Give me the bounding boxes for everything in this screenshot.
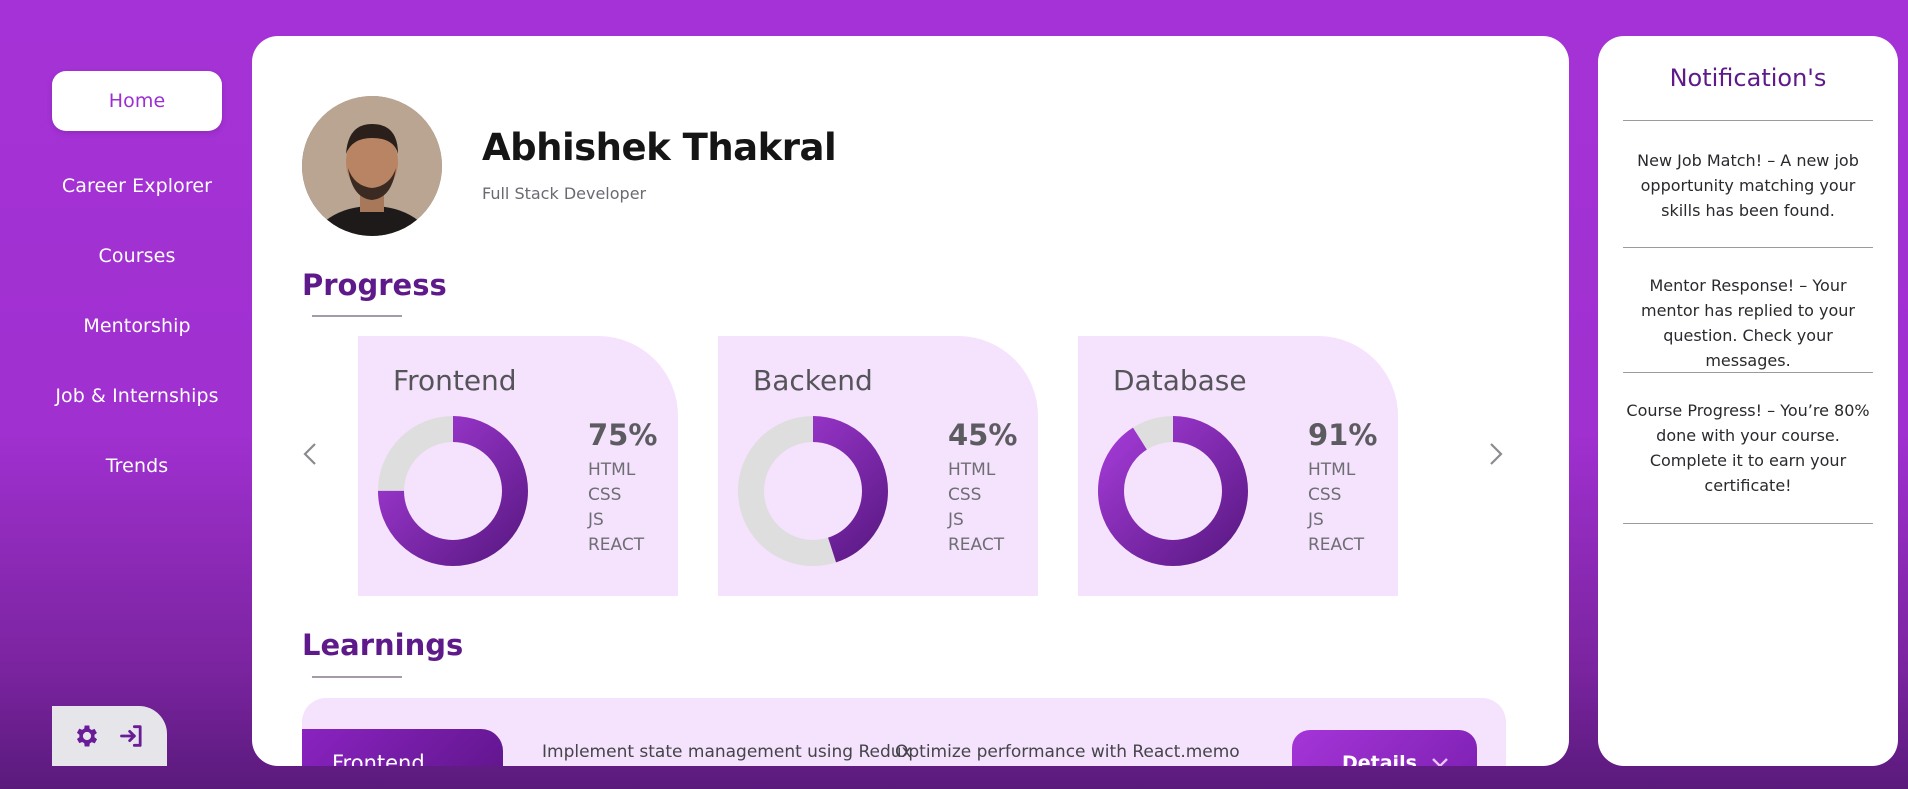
sidebar-item-trends[interactable]: Trends — [52, 436, 222, 496]
logout-icon[interactable] — [117, 721, 147, 751]
skill-label: JS — [588, 510, 604, 530]
skill-label: REACT — [1308, 535, 1365, 555]
skill-label: CSS — [588, 485, 622, 505]
notification-item[interactable]: Course Progress! – You’re 80% done with … — [1620, 398, 1876, 498]
card-percent: 45% — [948, 418, 1018, 452]
sidebar-item-home[interactable]: Home — [52, 71, 222, 131]
notifications-title: Notification's — [1669, 64, 1827, 92]
avatar — [302, 96, 442, 236]
progress-title: Progress — [302, 268, 447, 302]
card-skills: HTML CSS JS REACT — [1308, 458, 1364, 558]
profile-role: Full Stack Developer — [482, 184, 647, 203]
card-title: Backend — [753, 364, 873, 397]
notifications-panel: Notification's New Job Match! – A new jo… — [1598, 36, 1898, 766]
skill-label: HTML — [588, 460, 636, 480]
skill-label: CSS — [948, 485, 982, 505]
details-label: Details — [1342, 752, 1417, 766]
details-button[interactable]: Details — [1292, 730, 1477, 766]
skill-label: CSS — [1308, 485, 1342, 505]
carousel-next-icon[interactable] — [1484, 436, 1508, 472]
learning-item: Implement state management using Redux — [542, 742, 912, 762]
learning-item: Optimize performance with React.memo — [895, 742, 1240, 762]
progress-card-frontend[interactable]: Frontend 75% HTML CSS JS REACT — [358, 336, 678, 596]
progress-donut — [1098, 416, 1248, 566]
notification-item[interactable]: New Job Match! – A new job opportunity m… — [1620, 148, 1876, 223]
progress-underline — [312, 315, 402, 317]
sidebar: Home Career Explorer Courses Mentorship … — [0, 0, 250, 789]
card-skills: HTML CSS JS REACT — [948, 458, 1004, 558]
card-percent: 75% — [588, 418, 658, 452]
learning-tab-frontend[interactable]: Frontend — [302, 729, 503, 766]
skill-label: REACT — [588, 535, 645, 555]
close-icon — [1429, 755, 1451, 766]
progress-donut — [738, 416, 888, 566]
card-title: Frontend — [393, 364, 517, 397]
notification-item[interactable]: Mentor Response! – Your mentor has repli… — [1620, 273, 1876, 373]
sidebar-item-courses[interactable]: Courses — [52, 226, 222, 286]
gear-icon[interactable] — [72, 721, 102, 751]
skill-label: JS — [948, 510, 964, 530]
learning-card: Frontend Implement state management usin… — [302, 698, 1506, 766]
sidebar-item-mentorship[interactable]: Mentorship — [52, 296, 222, 356]
sidebar-tools — [52, 706, 167, 766]
card-percent: 91% — [1308, 418, 1378, 452]
skill-label: JS — [1308, 510, 1324, 530]
sidebar-item-job-internships[interactable]: Job & Internships — [52, 366, 222, 426]
skill-label: HTML — [948, 460, 996, 480]
carousel-prev-icon[interactable] — [298, 436, 322, 472]
divider — [1623, 372, 1873, 373]
learnings-underline — [312, 676, 402, 678]
learnings-title: Learnings — [302, 628, 464, 662]
progress-donut — [378, 416, 528, 566]
donut-progress-arc — [1098, 416, 1248, 566]
profile-name: Abhishek Thakral — [482, 126, 837, 169]
skill-label: REACT — [948, 535, 1005, 555]
card-title: Database — [1113, 364, 1247, 397]
progress-card-database[interactable]: Database 91% HTML CSS JS REACT — [1078, 336, 1398, 596]
sidebar-item-career-explorer[interactable]: Career Explorer — [52, 156, 222, 216]
card-skills: HTML CSS JS REACT — [588, 458, 644, 558]
skill-label: HTML — [1308, 460, 1356, 480]
divider — [1623, 120, 1873, 121]
progress-card-backend[interactable]: Backend 45% HTML CSS JS REACT — [718, 336, 1038, 596]
divider — [1623, 523, 1873, 524]
divider — [1623, 247, 1873, 248]
main-panel: Abhishek Thakral Full Stack Developer Pr… — [252, 36, 1569, 766]
